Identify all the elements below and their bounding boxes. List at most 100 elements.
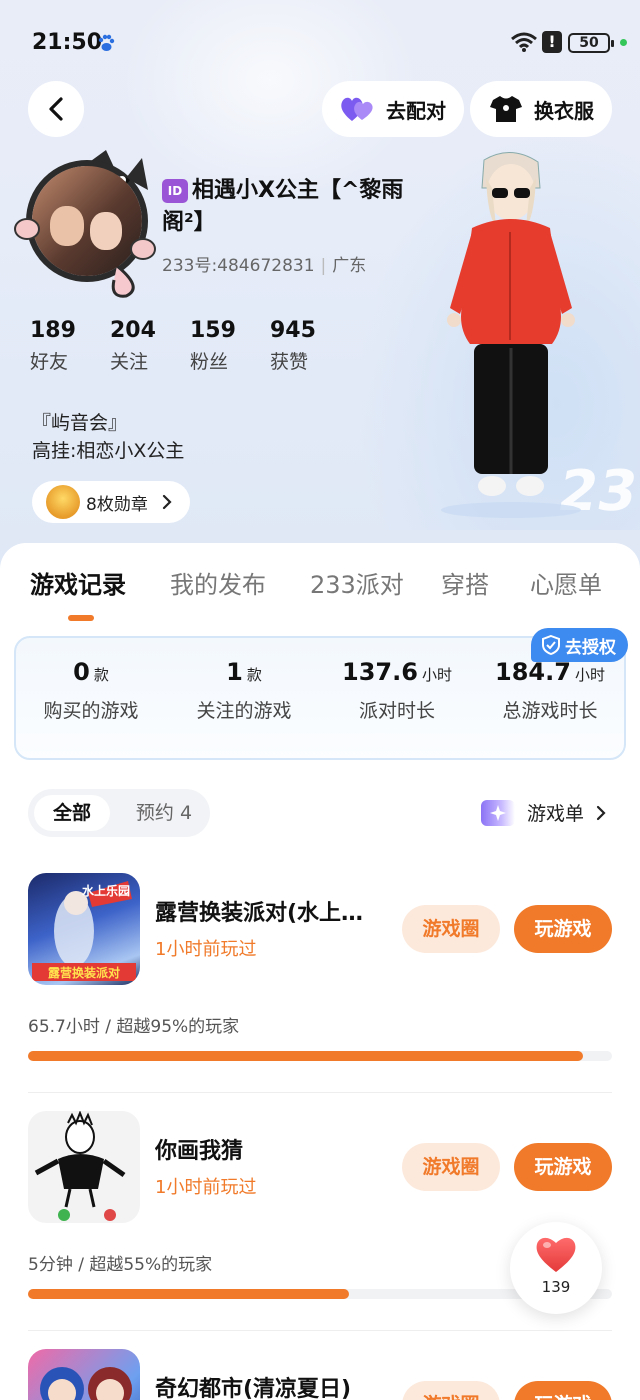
bio-line: 『屿音会』 [32, 412, 128, 434]
heart-icon [536, 1237, 576, 1272]
shield-icon [542, 634, 560, 656]
like-button[interactable]: 139 [510, 1222, 602, 1314]
wifi-icon [510, 31, 538, 53]
game-item[interactable]: 奇幻都市(清凉夏日) 游戏圈 玩游戏 [0, 1349, 640, 1400]
tab-outfits[interactable]: 穿搭 [441, 565, 489, 600]
playtime-progress-bar [28, 1051, 612, 1061]
summary-label: 关注的游戏 [196, 700, 292, 722]
summary-label: 派对时长 [358, 700, 435, 722]
tshirt-icon [488, 91, 524, 127]
chevron-left-icon [49, 97, 63, 121]
stat-label: 关注 [110, 351, 149, 373]
medals-button[interactable]: 8枚勋章 [32, 481, 190, 523]
wardrobe-label: 换衣服 [534, 98, 594, 123]
tab-233-party[interactable]: 233派对 [310, 565, 404, 600]
game-playtime-stat: 65.7小时 / 超越95%的玩家 [28, 1017, 240, 1037]
wardrobe-button[interactable]: 换衣服 [470, 81, 612, 137]
profile-bio: 『屿音会』 高挂:相恋小X公主 [32, 409, 184, 465]
game-artwork [40, 1367, 132, 1400]
summary-value: 184.7 [495, 658, 571, 686]
summary-total-time: 184.7 小时 总游戏时长 [475, 658, 625, 723]
match-button[interactable]: 去配对 [322, 81, 464, 137]
game-circle-button[interactable]: 游戏圈 [402, 1143, 500, 1191]
game-last-played: 1小时前玩过 [155, 939, 257, 960]
battery-indicator: 50 [568, 33, 614, 53]
avatar[interactable] [14, 148, 164, 300]
stat-value: 159 [190, 318, 236, 343]
game-icon-caption: 水上乐园 [82, 883, 130, 898]
like-count: 139 [541, 1278, 571, 1296]
authorize-button[interactable]: 去授权 [531, 628, 628, 662]
paw-left-icon [14, 218, 40, 240]
active-dot [620, 39, 627, 46]
play-game-button[interactable]: 玩游戏 [514, 1143, 612, 1191]
stat-label: 粉丝 [190, 351, 229, 373]
baidu-paw-icon [96, 33, 116, 53]
game-icon-caption: 露营换装派对 [48, 965, 120, 980]
stat-label: 好友 [30, 351, 69, 373]
progress-fill [28, 1051, 583, 1061]
gamelist-label: 游戏单 [526, 803, 584, 825]
stat-fans[interactable]: 159 粉丝 [190, 316, 270, 378]
stat-label: 获赞 [270, 351, 309, 373]
summary-unit: 款 [93, 666, 109, 684]
hearts-icon [340, 91, 376, 127]
stat-likes[interactable]: 945 获赞 [270, 316, 350, 378]
divider [28, 1330, 612, 1331]
game-title: 奇幻都市(清凉夏日) [155, 1377, 352, 1400]
stat-value: 204 [110, 318, 156, 343]
summary-label: 总游戏时长 [502, 700, 598, 722]
user-location: 广东 [332, 256, 367, 276]
profile-name: ID 相遇小X公主【^黎雨 阁²】 [162, 175, 422, 239]
summary-unit: 小时 [574, 666, 605, 684]
divider [28, 1092, 612, 1093]
stat-friends[interactable]: 189 好友 [30, 316, 110, 378]
avatar-face [90, 212, 122, 250]
game-item[interactable]: 水上乐园 露营换装派对 露营换装派对(水上… 1小时前玩过 游戏圈 玩游戏 65… [0, 873, 640, 1111]
tab-game-record[interactable]: 游戏记录 [30, 565, 126, 600]
medals-label: 8枚勋章 [86, 494, 148, 515]
game-filter-segment: 全部 预约 4 [28, 789, 210, 837]
paw-right-icon [130, 238, 156, 260]
profile-name-line2: 阁²】 [162, 210, 216, 235]
game-last-played: 1小时前玩过 [155, 1177, 257, 1198]
chevron-right-icon [162, 494, 172, 510]
sparkle-icon [480, 799, 515, 826]
game-icon [28, 1111, 140, 1223]
user-id: 233号:484672831 [162, 256, 315, 276]
tab-my-posts[interactable]: 我的发布 [170, 565, 266, 600]
profile-name-line1: 相遇小X公主【^黎雨 [192, 178, 404, 203]
stat-following[interactable]: 204 关注 [110, 316, 190, 378]
gamelist-link[interactable]: 游戏单 [480, 799, 610, 826]
game-title: 你画我猜 [155, 1139, 244, 1164]
back-button[interactable] [28, 81, 84, 137]
filter-reserve[interactable]: 预约 4 [124, 795, 204, 831]
profile-stats: 189 好友 204 关注 159 粉丝 945 获赞 [30, 316, 350, 378]
summary-followed: 1款 关注的游戏 [169, 658, 319, 723]
game-summary-card: 去授权 0款 购买的游戏 1款 关注的游戏 137.6 小时 派对时长 184.7… [14, 628, 628, 760]
tab-wishlist[interactable]: 心愿单 [530, 565, 602, 600]
character-avatar[interactable] [436, 148, 586, 518]
meta-divider: | [320, 256, 327, 276]
game-title: 露营换装派对(水上… [155, 901, 364, 926]
stat-value: 189 [30, 318, 76, 343]
play-game-button[interactable]: 玩游戏 [514, 905, 612, 953]
summary-unit: 款 [246, 666, 262, 684]
authorize-label: 去授权 [565, 637, 616, 658]
summary-value: 137.6 [342, 658, 418, 686]
filter-all[interactable]: 全部 [34, 795, 110, 831]
summary-value: 0 [73, 658, 90, 686]
match-label: 去配对 [386, 98, 446, 123]
game-artwork [34, 1111, 126, 1221]
chevron-right-icon [596, 805, 606, 820]
play-game-button[interactable]: 玩游戏 [514, 1381, 612, 1400]
status-bar: 21:50 ! 50 [0, 0, 640, 88]
progress-fill [28, 1289, 350, 1299]
stat-value: 945 [270, 318, 316, 343]
game-circle-button[interactable]: 游戏圈 [402, 905, 500, 953]
alert-icon: ! [542, 31, 562, 53]
summary-value: 1 [226, 658, 243, 686]
game-icon: 水上乐园 露营换装派对 [28, 873, 140, 985]
summary-label: 购买的游戏 [43, 700, 139, 722]
game-circle-button[interactable]: 游戏圈 [402, 1381, 500, 1400]
